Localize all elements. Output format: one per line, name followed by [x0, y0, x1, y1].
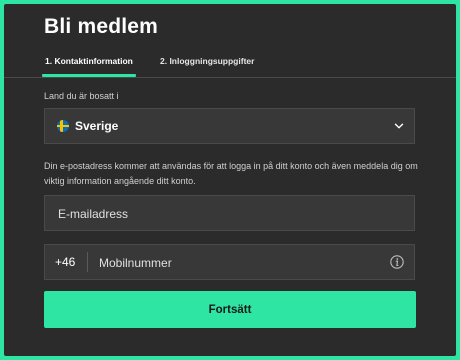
email-field[interactable]	[56, 196, 405, 232]
tab-contact-information[interactable]: 1. Kontaktinformation	[42, 54, 136, 77]
mobile-number-field[interactable]	[97, 245, 381, 281]
step-tabs: 1. Kontaktinformation 2. Inloggningsuppg…	[4, 54, 456, 77]
sweden-flag-icon	[57, 120, 69, 132]
phone-prefix-divider	[87, 252, 88, 272]
tab-login-details[interactable]: 2. Inloggningsuppgifter	[160, 54, 254, 76]
phone-field-container: +46	[44, 244, 415, 281]
signup-panel: Bli medlem 1. Kontaktinformation 2. Inlo…	[4, 4, 456, 356]
phone-country-code: +46	[55, 255, 76, 269]
info-icon[interactable]	[390, 255, 404, 269]
chevron-down-icon	[394, 123, 404, 129]
page-title: Bli medlem	[44, 15, 159, 38]
country-label: Land du är bosatt i	[44, 91, 119, 101]
continue-button[interactable]: Fortsätt	[44, 291, 416, 328]
tabs-divider	[4, 77, 456, 78]
country-select[interactable]: Sverige	[44, 108, 415, 144]
email-field-container	[44, 195, 415, 232]
country-selected-value: Sverige	[75, 119, 119, 133]
email-help-text: Din e-postadress kommer att användas för…	[44, 161, 418, 186]
